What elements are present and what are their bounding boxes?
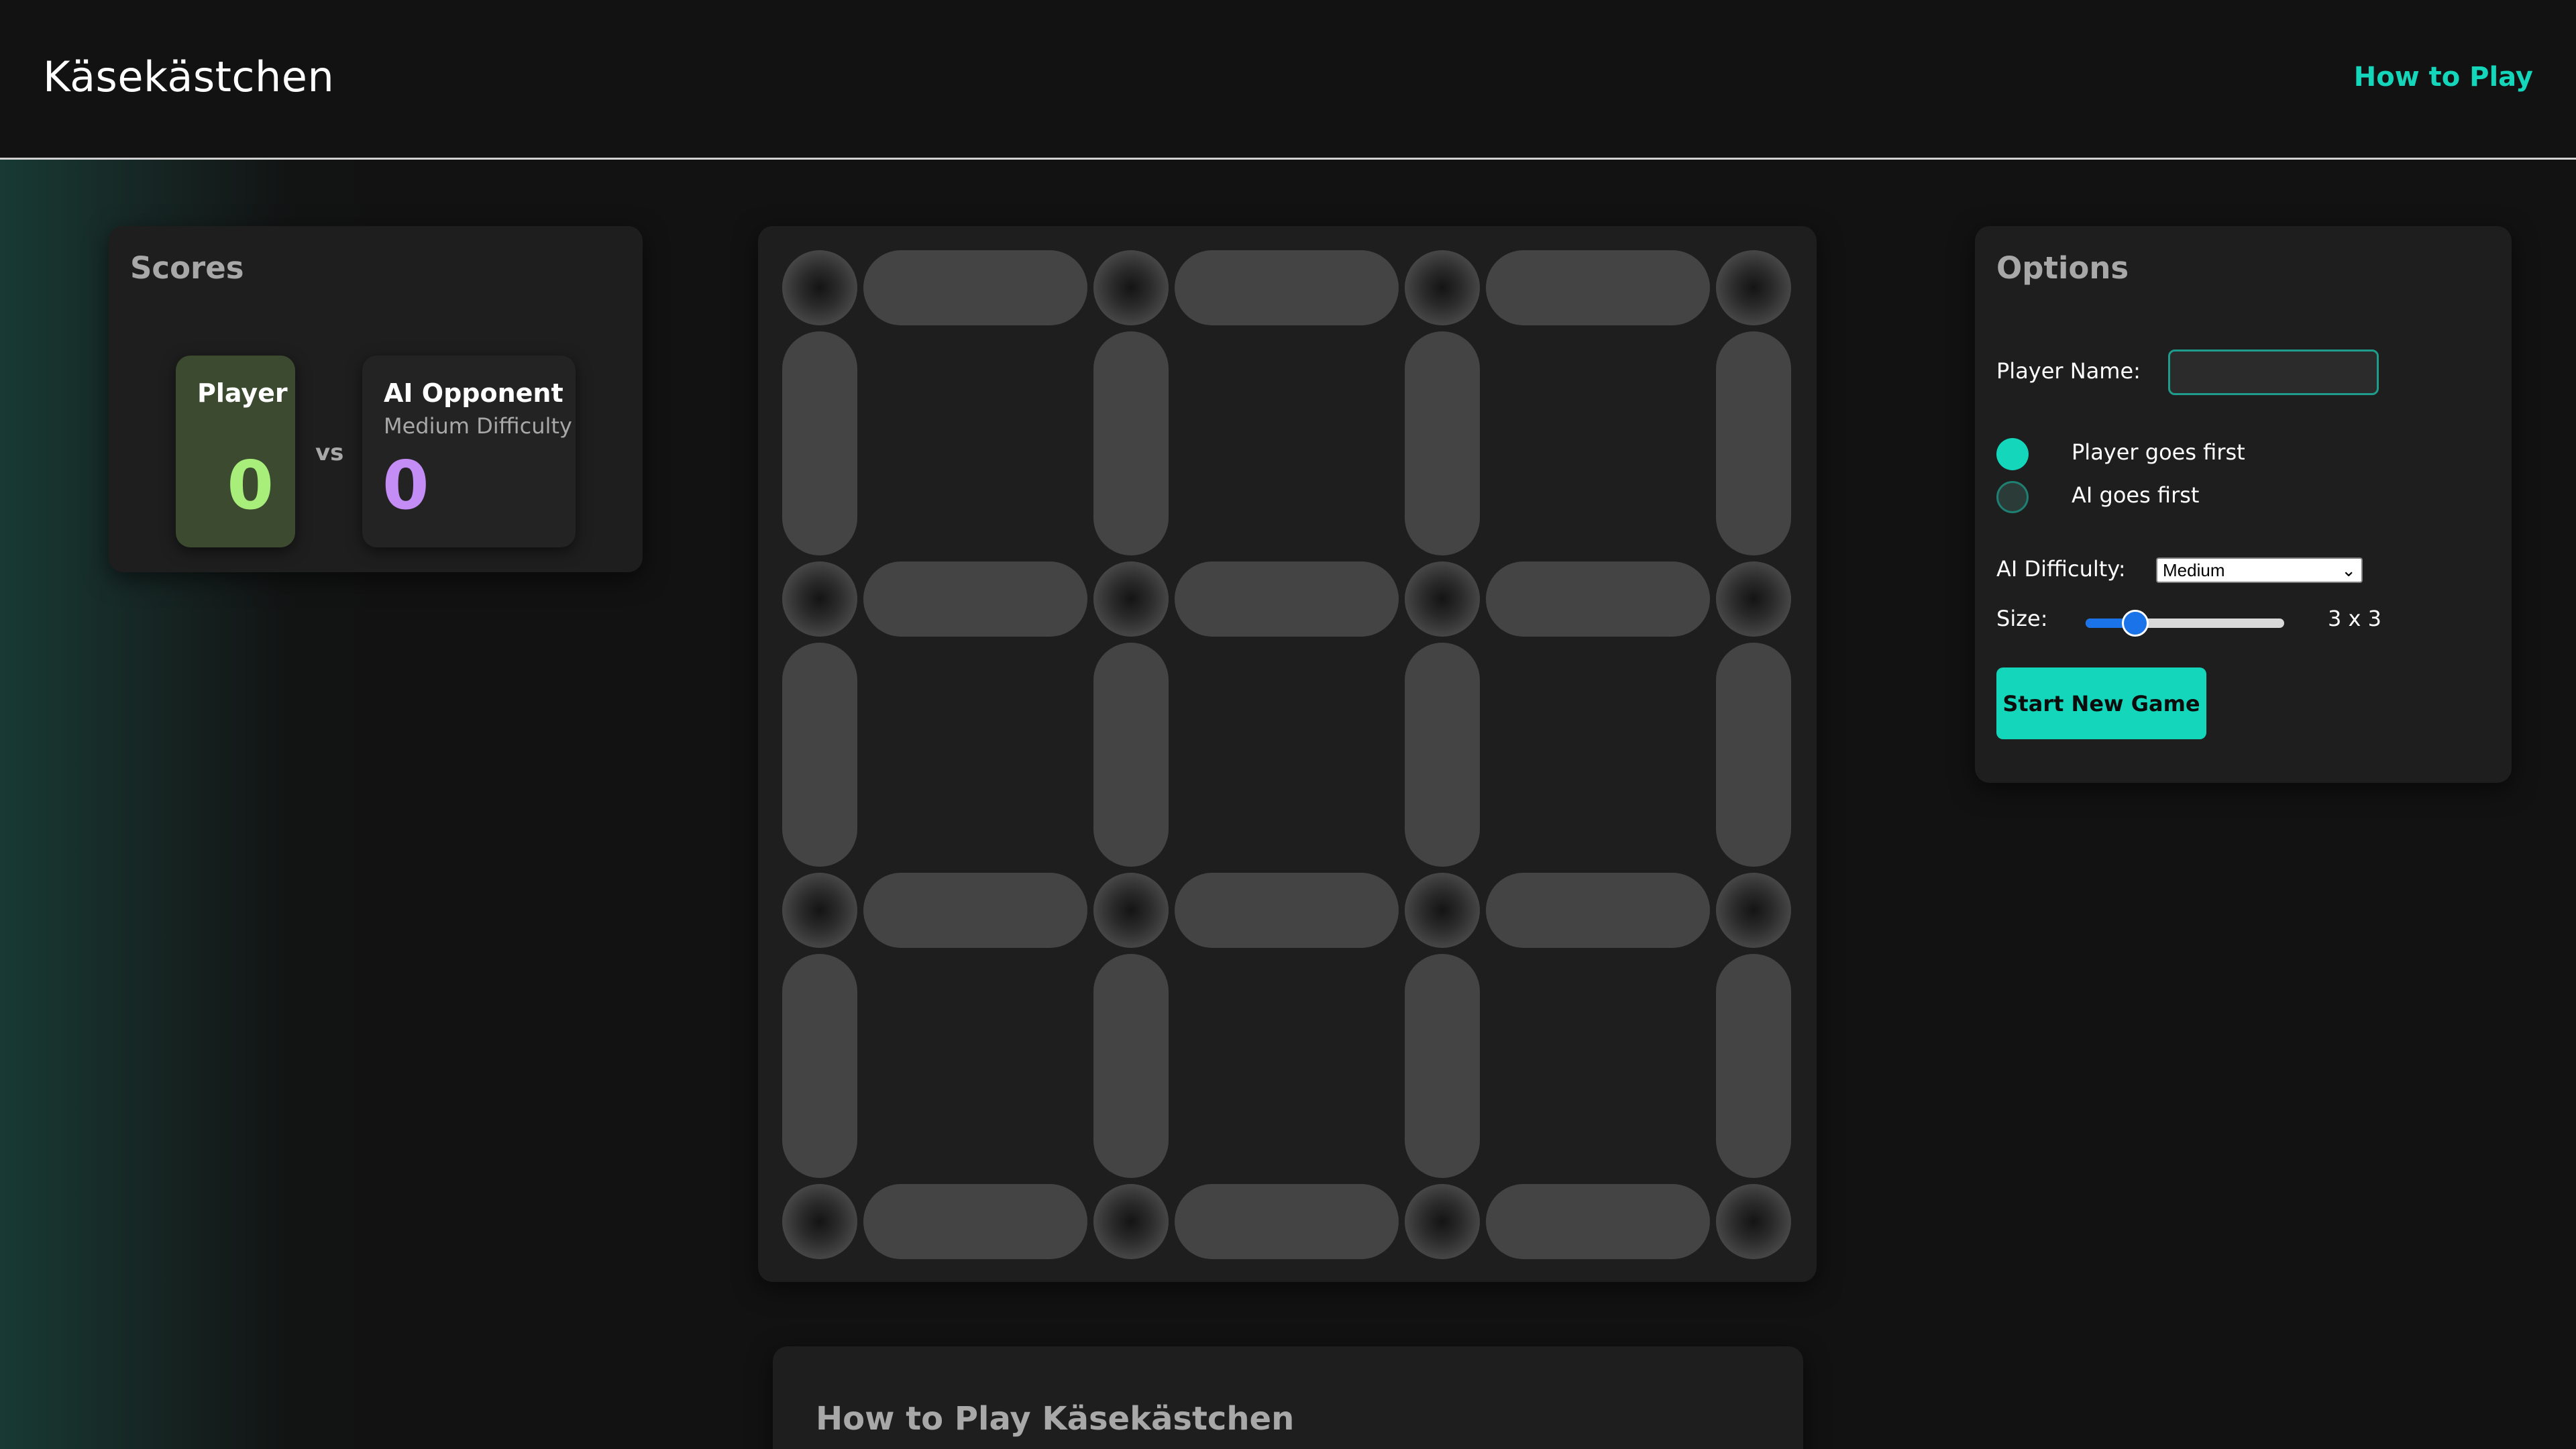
board-dot: [1405, 561, 1480, 637]
vertical-line[interactable]: [1716, 954, 1791, 1178]
board-dot: [782, 250, 857, 325]
ai-name: AI Opponent: [384, 378, 564, 408]
scores-panel: Scores Player 0 vs AI Opponent Medium Di…: [109, 226, 643, 572]
game-board: [758, 226, 1817, 1282]
horizontal-line[interactable]: [1486, 1184, 1710, 1259]
chevron-down-icon: ⌄: [2341, 560, 2356, 580]
horizontal-line[interactable]: [1175, 250, 1399, 325]
board-dot: [1093, 873, 1169, 948]
radio-ai-first[interactable]: [1996, 481, 2029, 513]
start-new-game-button[interactable]: Start New Game: [1996, 667, 2206, 739]
options-panel: Options Player Name: Player goes first A…: [1975, 226, 2512, 783]
board-dot: [1093, 250, 1169, 325]
horizontal-line[interactable]: [863, 873, 1087, 948]
board-dot: [782, 1184, 857, 1259]
ai-score: 0: [382, 446, 429, 525]
vertical-line[interactable]: [1405, 643, 1480, 867]
ai-difficulty: Medium Difficulty: [384, 413, 572, 439]
horizontal-line[interactable]: [1175, 1184, 1399, 1259]
board-dot: [1716, 1184, 1791, 1259]
vertical-line[interactable]: [1093, 643, 1169, 867]
horizontal-line[interactable]: [863, 1184, 1087, 1259]
horizontal-line[interactable]: [1486, 561, 1710, 637]
radio-ai-first-label[interactable]: AI goes first: [2072, 482, 2199, 508]
size-label: Size:: [1996, 606, 2048, 631]
board-dot: [1093, 561, 1169, 637]
ai-score-card: AI Opponent Medium Difficulty 0: [362, 356, 576, 547]
horizontal-line[interactable]: [1486, 873, 1710, 948]
board-dot: [1405, 250, 1480, 325]
player-name-input[interactable]: [2168, 350, 2379, 395]
difficulty-label: AI Difficulty:: [1996, 556, 2126, 582]
board-dot: [782, 561, 857, 637]
how-to-play-panel: How to Play Käsekästchen: [773, 1346, 1803, 1449]
options-title: Options: [1996, 250, 2129, 286]
horizontal-line[interactable]: [1486, 250, 1710, 325]
radio-player-first[interactable]: [1996, 438, 2029, 470]
vertical-line[interactable]: [1716, 643, 1791, 867]
player-name: Player: [197, 378, 288, 408]
vertical-line[interactable]: [782, 331, 857, 555]
how-to-play-link[interactable]: How to Play: [2354, 62, 2533, 93]
vertical-line[interactable]: [1405, 331, 1480, 555]
size-value: 3 x 3: [2328, 606, 2381, 631]
horizontal-line[interactable]: [863, 561, 1087, 637]
board-dot: [1093, 1184, 1169, 1259]
horizontal-line[interactable]: [1175, 873, 1399, 948]
radio-player-first-label[interactable]: Player goes first: [2072, 439, 2245, 465]
horizontal-line[interactable]: [863, 250, 1087, 325]
vertical-line[interactable]: [1716, 331, 1791, 555]
app-title: Käsekästchen: [43, 52, 335, 101]
board-dot: [1716, 873, 1791, 948]
app-header: Käsekästchen How to Play: [0, 0, 2576, 160]
board-dot: [1405, 1184, 1480, 1259]
player-score-card: Player 0: [176, 356, 295, 547]
player-score: 0: [227, 446, 274, 525]
difficulty-select-value: Medium: [2163, 560, 2225, 580]
vertical-line[interactable]: [1405, 954, 1480, 1178]
vertical-line[interactable]: [782, 954, 857, 1178]
scores-title: Scores: [130, 250, 244, 286]
horizontal-line[interactable]: [1175, 561, 1399, 637]
vertical-line[interactable]: [1093, 954, 1169, 1178]
player-name-label: Player Name:: [1996, 358, 2141, 384]
vertical-line[interactable]: [1093, 331, 1169, 555]
vertical-line[interactable]: [782, 643, 857, 867]
vs-label: vs: [315, 439, 344, 466]
how-to-play-title: How to Play Käsekästchen: [816, 1400, 1295, 1438]
board-dot: [782, 873, 857, 948]
board-dot: [1716, 561, 1791, 637]
difficulty-select[interactable]: Medium ⌄: [2156, 557, 2363, 583]
board-dot: [1716, 250, 1791, 325]
size-slider-thumb[interactable]: [2122, 610, 2149, 637]
board-dot: [1405, 873, 1480, 948]
size-slider[interactable]: [2086, 610, 2284, 637]
